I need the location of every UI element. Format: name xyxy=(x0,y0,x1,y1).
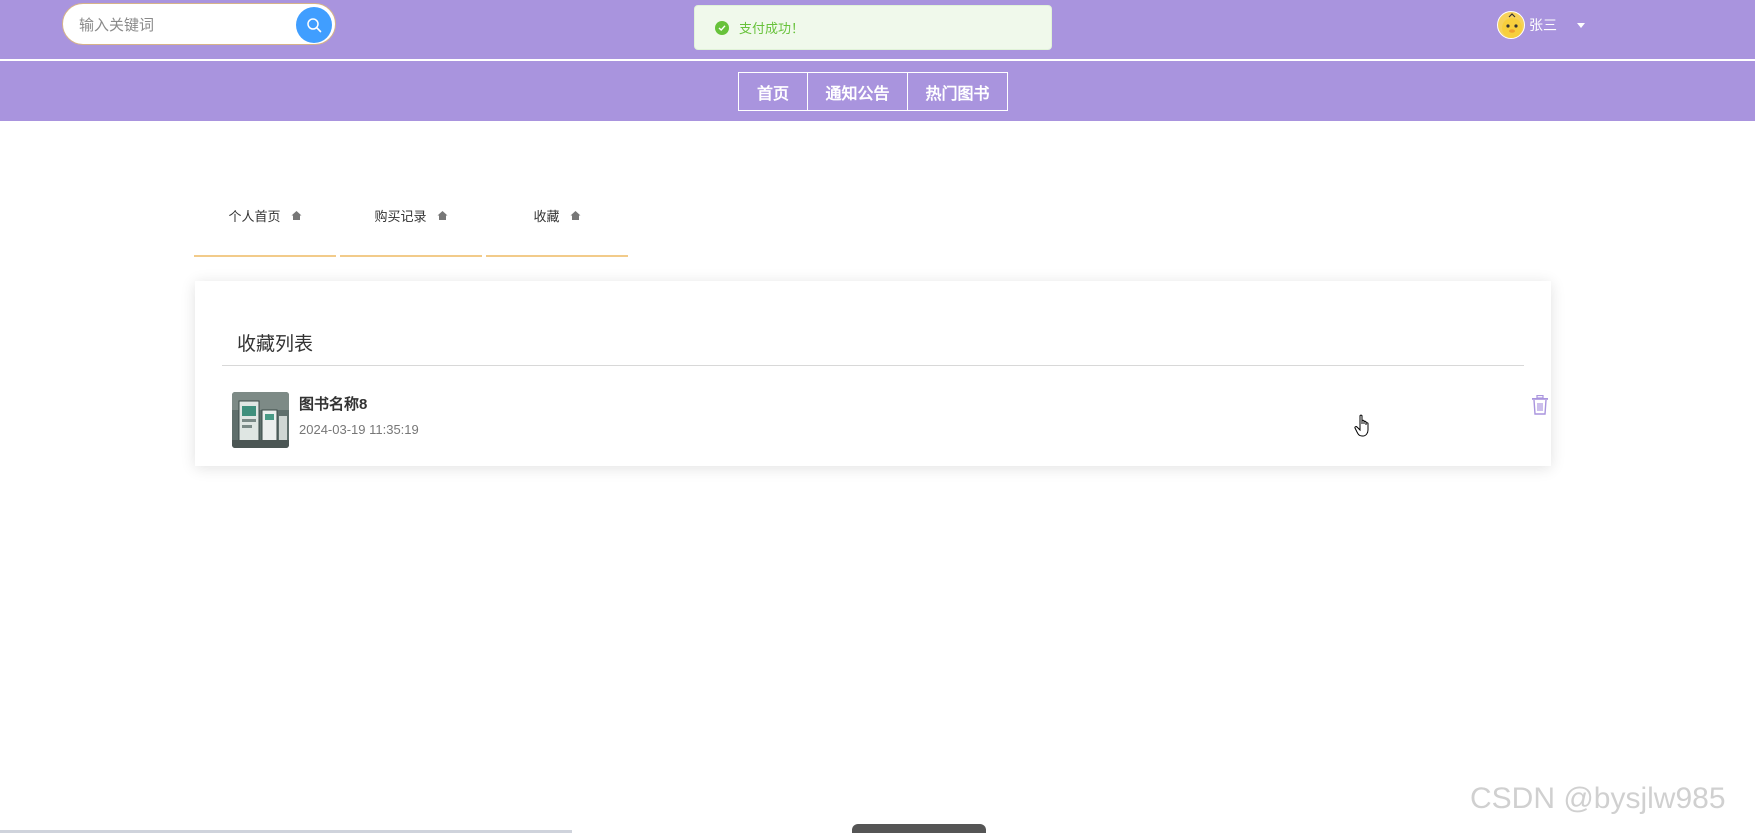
avatar-icon xyxy=(1497,11,1525,39)
search-button[interactable] xyxy=(296,7,332,43)
divider xyxy=(222,365,1524,366)
search-icon xyxy=(307,18,322,33)
user-menu[interactable]: 张三 xyxy=(1497,11,1585,39)
tab-label: 收藏 xyxy=(533,208,560,224)
house-icon xyxy=(570,210,580,220)
house-icon xyxy=(437,210,447,220)
search-box xyxy=(62,3,336,45)
list-item: 图书名称8 2024-03-19 11:35:19 xyxy=(232,391,1548,449)
delete-button[interactable] xyxy=(1531,394,1549,415)
nav-hot-books[interactable]: 热门图书 xyxy=(908,72,1008,111)
tab-favorites[interactable]: 收藏 xyxy=(486,190,628,257)
bottom-handle[interactable] xyxy=(852,824,986,833)
toast-message: 支付成功！ xyxy=(739,21,805,36)
tab-label: 个人首页 xyxy=(228,208,281,224)
favorite-time: 2024-03-19 11:35:19 xyxy=(299,422,419,437)
trash-icon xyxy=(1532,394,1548,415)
chevron-down-icon xyxy=(1577,22,1585,28)
watermark: CSDN @bysjlw985 xyxy=(1470,782,1726,815)
hand-cursor-icon xyxy=(1354,414,1369,437)
house-icon xyxy=(291,210,301,220)
nav-home[interactable]: 首页 xyxy=(738,72,808,111)
book-name[interactable]: 图书名称8 xyxy=(299,393,367,414)
profile-tabs: 个人首页 购买记录 收藏 xyxy=(194,190,632,257)
success-toast: 支付成功！ xyxy=(694,5,1052,50)
book-cover-image[interactable] xyxy=(232,392,289,448)
search-input[interactable] xyxy=(79,13,279,37)
favorites-title: 收藏列表 xyxy=(237,334,314,355)
tab-label: 购买记录 xyxy=(374,208,427,224)
user-name: 张三 xyxy=(1529,17,1557,33)
check-circle-icon xyxy=(715,20,729,35)
favorites-card: 收藏列表 图书名称8 2024-03-19 11:35:19 xyxy=(195,281,1551,466)
main-nav: 首页 通知公告 热门图书 xyxy=(738,72,1008,111)
tab-purchase-records[interactable]: 购买记录 xyxy=(340,190,482,257)
nav-notices[interactable]: 通知公告 xyxy=(808,72,908,111)
tab-personal-home[interactable]: 个人首页 xyxy=(194,190,336,257)
